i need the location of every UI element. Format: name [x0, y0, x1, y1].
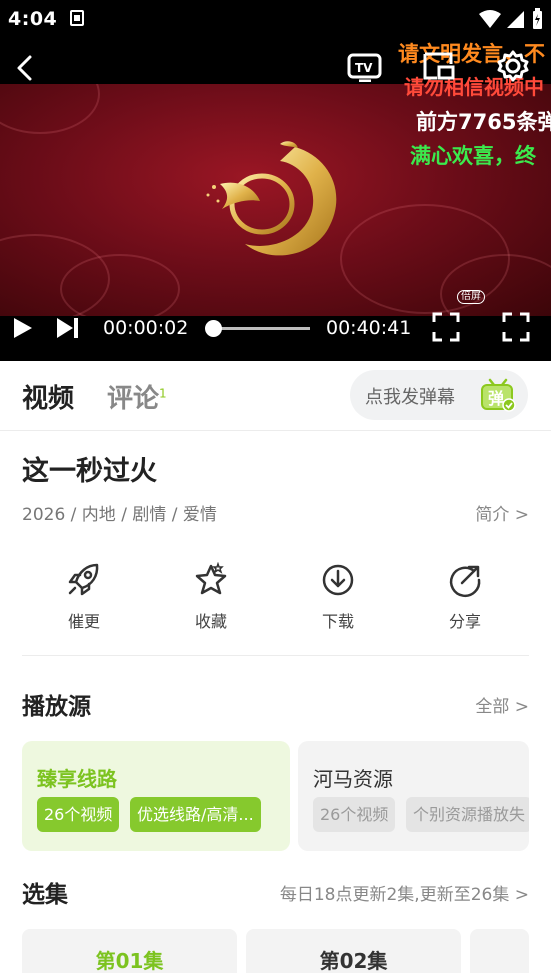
back-arrow-icon[interactable] [12, 54, 40, 82]
source-card[interactable]: 河马资源 26个视频 个别资源播放失 [298, 741, 529, 851]
source-chip: 个别资源播放失 [406, 797, 529, 832]
danmaku-icon-text: 弹 [488, 389, 504, 408]
tab-comments-label: 评论 [107, 384, 160, 414]
send-danmaku-placeholder: 点我发弹幕 [365, 387, 455, 408]
play-icon[interactable] [10, 316, 34, 340]
speed-tag[interactable]: 倍屏 [457, 290, 485, 304]
episodes-title: 选集 [22, 882, 68, 908]
star-icon [195, 562, 227, 595]
danmaku-comment: 前方7765条弹 [416, 110, 551, 134]
tab-video[interactable]: 视频 [22, 378, 74, 415]
share-button[interactable]: 分享 [415, 562, 515, 632]
total-time: 00:40:41 [326, 317, 412, 339]
download-icon [322, 564, 354, 596]
favorite-button[interactable]: 收藏 [161, 562, 261, 632]
detail-tabs: 视频 评论1 点我发弹幕 弹 [0, 361, 551, 431]
progress-bar[interactable] [205, 320, 310, 337]
current-time: 00:00:02 [103, 317, 189, 339]
settings-gear-icon[interactable] [495, 50, 531, 82]
source-card[interactable]: 臻享线路 26个视频 优选线路/高清... [22, 741, 290, 851]
battery-icon [533, 8, 542, 29]
download-label: 下载 [321, 612, 354, 631]
episode-button[interactable]: 第01集 [22, 929, 237, 973]
source-name: 臻享线路 [37, 767, 117, 791]
source-chip: 26个视频 [37, 797, 120, 832]
urge-update-label: 催更 [67, 612, 100, 631]
notification-icon [70, 10, 84, 26]
show-title: 这一秒过火 [22, 456, 157, 487]
comment-count-badge: 1 [159, 386, 167, 401]
sources-all-link[interactable]: 全部 > [475, 692, 529, 717]
status-time: 4:04 [8, 8, 58, 30]
status-icons [479, 8, 543, 30]
send-danmaku-input[interactable]: 点我发弹幕 弹 [350, 370, 528, 420]
sources-title: 播放源 [22, 694, 91, 720]
player-top-toolbar: TV [347, 50, 531, 83]
phoenix-logo-icon [206, 141, 337, 256]
episodes-update-info[interactable]: 每日18点更新2集,更新至26集 > [280, 880, 529, 905]
wifi-icon [479, 10, 501, 28]
player-controls: 00:00:02 00:40:41 [0, 308, 551, 348]
urge-update-button[interactable]: 催更 [34, 562, 134, 632]
picture-in-picture-icon[interactable] [421, 50, 457, 82]
fit-screen-icon[interactable] [432, 312, 460, 342]
episode-button[interactable]: 第02集 [246, 929, 461, 973]
show-meta: 2026 / 内地 / 剧情 / 爱情 [22, 505, 217, 525]
source-chip: 优选线路/高清... [130, 797, 261, 832]
status-bar: 4:04 [0, 0, 551, 38]
video-player[interactable]: 请文明发言，不 请勿相信视频中 前方7765条弹 满心欢喜，终 TV 倍屏 00… [0, 38, 551, 361]
fullscreen-icon[interactable] [502, 312, 530, 342]
tv-cast-icon[interactable]: TV [347, 50, 383, 83]
danmaku-comment: 满心欢喜，终 [410, 144, 536, 168]
share-label: 分享 [448, 612, 481, 631]
danmaku-tv-icon[interactable]: 弹 [480, 378, 516, 412]
source-chip: 26个视频 [313, 797, 396, 832]
share-icon [449, 565, 481, 598]
svg-text:TV: TV [355, 61, 373, 75]
progress-knob[interactable] [205, 320, 222, 337]
source-name: 河马资源 [313, 767, 393, 791]
favorite-label: 收藏 [194, 612, 227, 631]
signal-icon [507, 11, 524, 28]
episode-button[interactable] [470, 929, 529, 973]
action-bar: 催更 收藏 下载 分享 [22, 562, 529, 656]
download-button[interactable]: 下载 [288, 562, 388, 632]
next-episode-icon[interactable] [55, 316, 81, 340]
rocket-icon [68, 563, 99, 596]
tab-comments[interactable]: 评论1 [107, 378, 167, 415]
intro-link[interactable]: 简介 > [475, 500, 529, 525]
